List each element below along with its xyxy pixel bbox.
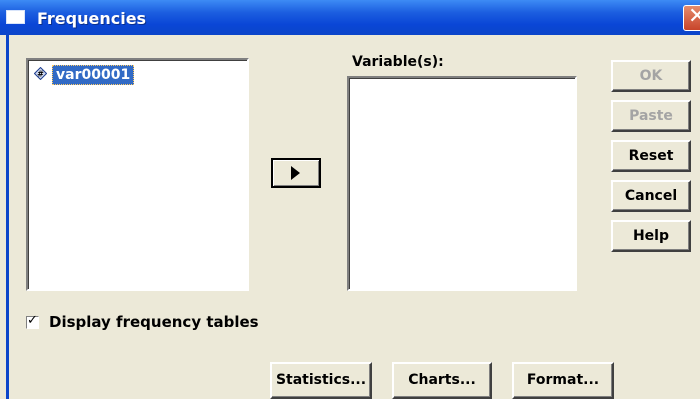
scale-variable-icon: # — [34, 67, 47, 80]
variable-label: var00001 — [52, 65, 135, 85]
move-to-variables-button[interactable] — [271, 158, 321, 188]
title-bar[interactable]: Frequencies ✕ — [0, 0, 700, 35]
statistics-button[interactable]: Statistics... — [270, 362, 372, 399]
variables-label: Variable(s): — [352, 54, 444, 70]
source-variable-list[interactable]: # var00001 — [26, 58, 249, 291]
window-frame — [6, 35, 9, 399]
window-title: Frequencies — [37, 9, 147, 28]
ok-button[interactable]: OK — [611, 60, 691, 92]
close-icon: ✕ — [688, 4, 700, 29]
right-arrow-icon — [291, 166, 300, 180]
format-button[interactable]: Format... — [512, 362, 614, 399]
charts-button[interactable]: Charts... — [392, 362, 492, 399]
cancel-button[interactable]: Cancel — [611, 180, 691, 212]
display-frequency-tables-checkbox[interactable]: ✓ — [26, 313, 39, 329]
frequencies-dialog: Frequencies ✕ # var00001 Variable(s): OK… — [0, 0, 700, 399]
target-variable-list[interactable] — [347, 76, 577, 291]
checkmark-icon: ✓ — [27, 313, 38, 328]
paste-button[interactable]: Paste — [611, 100, 691, 132]
window-icon — [6, 10, 25, 24]
close-button[interactable]: ✕ — [683, 4, 700, 31]
svg-text:#: # — [37, 70, 44, 79]
help-button[interactable]: Help — [611, 220, 691, 252]
reset-button[interactable]: Reset — [611, 140, 691, 172]
display-frequency-tables-label[interactable]: Display frequency tables — [49, 313, 259, 331]
